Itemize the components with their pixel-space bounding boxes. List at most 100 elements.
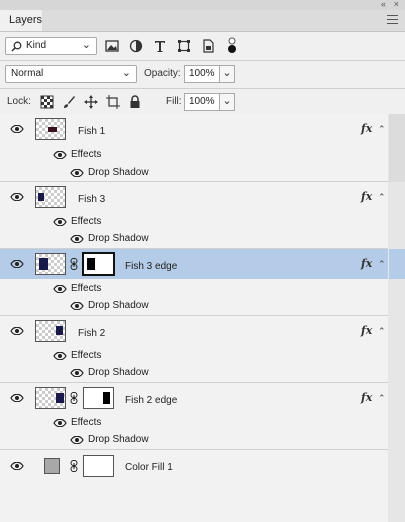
lock-transparent-icon[interactable]: [40, 95, 54, 109]
blend-mode-select[interactable]: Normal ⌄: [5, 65, 137, 83]
effects-label: Effects: [71, 216, 102, 227]
blend-mode-value: Normal: [11, 68, 44, 79]
shape-icon[interactable]: [177, 39, 191, 53]
adjustment-icon[interactable]: [129, 39, 143, 53]
layer-fish-3[interactable]: Fish 3 fx ⌃ Effects Drop Shadow: [0, 182, 388, 249]
layer-fish-3-edge[interactable]: Fish 3 edge fx ⌃ Effects Drop Shadow: [0, 249, 388, 316]
visibility-eye-icon[interactable]: [10, 327, 24, 335]
fish-thumb-shape: [56, 393, 64, 403]
effect-eye-icon[interactable]: [70, 302, 84, 310]
fx-icon[interactable]: fx: [361, 391, 372, 404]
opacity-label: Opacity:: [144, 68, 181, 79]
effect-name[interactable]: Drop Shadow: [88, 233, 149, 244]
filter-row: Kind ⌄: [0, 35, 405, 57]
chevron-up-icon[interactable]: ⌃: [378, 393, 386, 404]
effect-eye-icon[interactable]: [70, 369, 84, 377]
layer-fish-2-edge[interactable]: Fish 2 edge fx ⌃ Effects Drop Shadow: [0, 383, 388, 450]
color-fill-swatch[interactable]: [44, 458, 60, 474]
lock-all-icon[interactable]: [128, 95, 142, 109]
type-icon[interactable]: [153, 39, 167, 53]
lock-artboard-icon[interactable]: [106, 95, 120, 109]
mask-link-icon[interactable]: [70, 258, 78, 270]
layer-fish-1[interactable]: Fish 1 fx ⌃ Effects Drop Shadow: [0, 114, 388, 182]
visibility-eye-icon[interactable]: [10, 462, 24, 470]
effect-name[interactable]: Drop Shadow: [88, 434, 149, 445]
filter-toggle-icon[interactable]: [226, 37, 238, 55]
blend-row: Normal ⌄ Opacity: 100% ⌄: [0, 63, 405, 85]
effect-eye-icon[interactable]: [70, 436, 84, 444]
fish-thumb-shape: [56, 326, 63, 335]
effect-eye-icon[interactable]: [70, 235, 84, 243]
mask-link-icon[interactable]: [70, 460, 78, 472]
divider: [0, 60, 405, 61]
chevron-down-icon: ⌄: [81, 39, 91, 51]
image-icon[interactable]: [105, 39, 119, 53]
layer-thumbnail[interactable]: [35, 118, 66, 140]
layer-mask-thumbnail[interactable]: [83, 387, 114, 409]
fx-icon[interactable]: fx: [361, 324, 372, 337]
layer-color-fill-1[interactable]: Color Fill 1: [0, 450, 388, 482]
tab-bar: Layers: [0, 10, 405, 32]
layer-name[interactable]: Fish 2: [78, 328, 105, 339]
effects-label: Effects: [71, 350, 102, 361]
effects-eye-icon[interactable]: [53, 151, 67, 159]
tab-layers[interactable]: Layers: [0, 10, 42, 31]
layer-mask-thumbnail[interactable]: [83, 455, 114, 477]
layer-name[interactable]: Fish 2 edge: [125, 395, 177, 406]
fx-icon[interactable]: fx: [361, 190, 372, 203]
fill-dropdown-icon[interactable]: ⌄: [219, 93, 235, 111]
effects-label: Effects: [71, 283, 102, 294]
effects-eye-icon[interactable]: [53, 352, 67, 360]
mask-shape: [87, 258, 95, 270]
effects-eye-icon[interactable]: [53, 285, 67, 293]
effects-label: Effects: [71, 149, 102, 160]
layer-name[interactable]: Fish 1: [78, 126, 105, 137]
fish-thumb-shape: [38, 193, 44, 201]
smart-object-icon[interactable]: [201, 39, 215, 53]
layer-name[interactable]: Fish 3 edge: [125, 261, 177, 272]
fx-icon[interactable]: fx: [361, 122, 372, 135]
fish-thumb-shape: [39, 258, 48, 270]
effects-eye-icon[interactable]: [53, 218, 67, 226]
effect-name[interactable]: Drop Shadow: [88, 300, 149, 311]
lock-paint-icon[interactable]: [62, 95, 76, 109]
mask-link-icon[interactable]: [70, 392, 78, 404]
chevron-up-icon[interactable]: ⌃: [378, 124, 386, 135]
layer-name[interactable]: Fish 3: [78, 194, 105, 205]
visibility-eye-icon[interactable]: [10, 125, 24, 133]
effects-eye-icon[interactable]: [53, 419, 67, 427]
layers-list: Fish 1 fx ⌃ Effects Drop Shadow Fish 3 f…: [0, 114, 405, 522]
chevron-up-icon[interactable]: ⌃: [378, 192, 386, 203]
effect-name[interactable]: Drop Shadow: [88, 167, 149, 178]
visibility-eye-icon[interactable]: [10, 193, 24, 201]
chevron-up-icon[interactable]: ⌃: [378, 259, 386, 270]
collapse-panel-icon[interactable]: «: [381, 0, 386, 9]
effect-eye-icon[interactable]: [70, 169, 84, 177]
layer-thumbnail[interactable]: [35, 320, 66, 342]
layer-thumbnail[interactable]: [35, 186, 66, 208]
opacity-input[interactable]: 100%: [184, 65, 220, 83]
panel-title-strip: « ×: [0, 0, 405, 10]
fx-icon[interactable]: fx: [361, 257, 372, 270]
chevron-down-icon: ⌄: [121, 67, 131, 79]
chevron-up-icon[interactable]: ⌃: [378, 326, 386, 337]
visibility-eye-icon[interactable]: [10, 260, 24, 268]
layer-mask-thumbnail[interactable]: [82, 252, 115, 276]
effects-label: Effects: [71, 417, 102, 428]
layer-fish-2[interactable]: Fish 2 fx ⌃ Effects Drop Shadow: [0, 316, 388, 383]
divider: [0, 88, 405, 89]
layer-thumbnail[interactable]: [35, 387, 66, 409]
selected-row-edge: [389, 249, 405, 279]
fill-label: Fill:: [166, 96, 182, 107]
opacity-dropdown-icon[interactable]: ⌄: [219, 65, 235, 83]
panel-menu-icon[interactable]: [387, 15, 398, 25]
fish-thumb-shape: [48, 127, 57, 132]
fill-input[interactable]: 100%: [184, 93, 220, 111]
lock-position-icon[interactable]: [84, 95, 98, 109]
visibility-eye-icon[interactable]: [10, 394, 24, 402]
close-panel-icon[interactable]: ×: [394, 0, 399, 9]
filter-kind-select[interactable]: Kind ⌄: [5, 37, 97, 55]
layer-thumbnail[interactable]: [35, 253, 66, 275]
layer-name[interactable]: Color Fill 1: [125, 462, 173, 473]
effect-name[interactable]: Drop Shadow: [88, 367, 149, 378]
